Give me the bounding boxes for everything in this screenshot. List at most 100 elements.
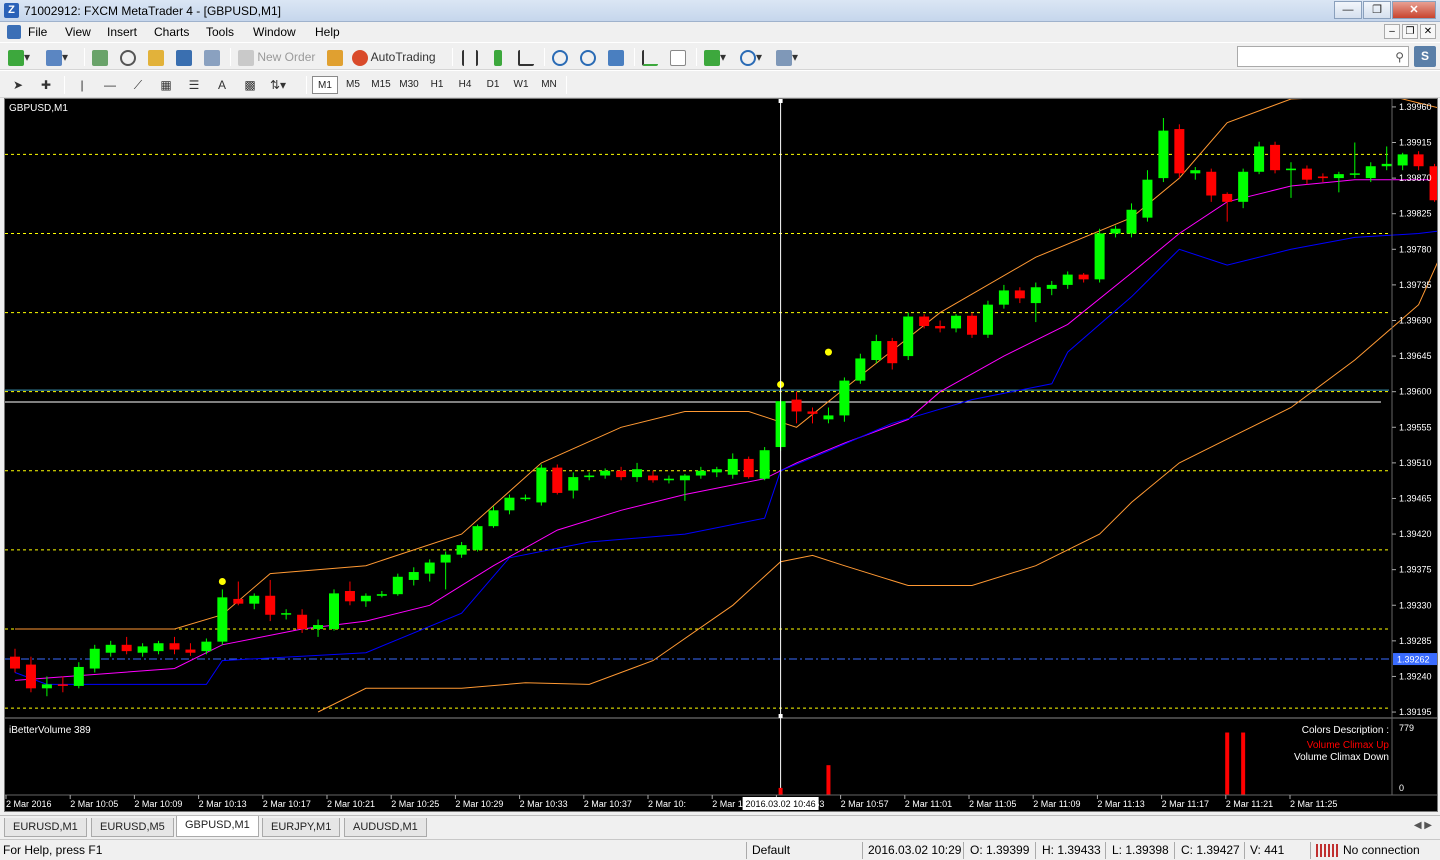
window-controls: — ❐ ✕ <box>1333 1 1436 19</box>
arrows-tool[interactable]: ⇅▾ <box>268 75 288 95</box>
status-open: O: 1.39399 <box>970 843 1030 857</box>
horizontal-line-tool[interactable]: — <box>100 75 120 95</box>
minimize-button[interactable]: — <box>1334 1 1362 19</box>
time-tick-label: 2 Mar 11:17 <box>1162 799 1209 809</box>
zoom-in-button[interactable] <box>550 47 570 67</box>
candlestick-button[interactable] <box>488 47 508 67</box>
menu-tools[interactable]: Tools <box>206 25 234 39</box>
timeframe-m5[interactable]: M5 <box>340 76 366 94</box>
text-tool[interactable]: A <box>212 75 232 95</box>
menu-window[interactable]: Window <box>253 25 296 39</box>
cursor-tool[interactable]: ➤ <box>8 75 28 95</box>
candle-body <box>89 648 100 669</box>
tab-eurusd-m5[interactable]: EURUSD,M5 <box>91 818 174 837</box>
candle-body <box>153 643 164 652</box>
autoscroll-button[interactable] <box>640 47 660 67</box>
tab-gbpusd-m1[interactable]: GBPUSD,M1 <box>176 816 259 837</box>
templates-button[interactable]: ▾ <box>776 47 798 67</box>
new-order-button[interactable]: New Order <box>238 47 315 67</box>
timeframe-w1[interactable]: W1 <box>508 76 534 94</box>
trendline-tool[interactable]: ⟋ <box>128 75 148 95</box>
bar-chart-button[interactable] <box>460 47 480 67</box>
candle-body <box>105 644 116 653</box>
horizontal-lines[interactable] <box>5 389 1389 660</box>
close-button[interactable]: ✕ <box>1392 1 1436 19</box>
volume-climax-bar <box>778 787 783 795</box>
new-chart-button[interactable]: ▾ <box>8 47 30 67</box>
toolbar-separator <box>306 76 307 94</box>
market-button[interactable]: S <box>1414 46 1436 67</box>
tab-scroll-arrows[interactable]: ◀ ▶ <box>1414 820 1432 831</box>
tab-eurjpy-m1[interactable]: EURJPY,M1 <box>262 818 341 837</box>
timeframe-h4[interactable]: H4 <box>452 76 478 94</box>
price-tick-label: 1.39420 <box>1399 529 1432 539</box>
tile-windows-button[interactable] <box>606 47 626 67</box>
chart-window-icon[interactable] <box>7 25 21 39</box>
candle-body <box>344 591 355 602</box>
crosshair-tool[interactable]: ✚ <box>36 75 56 95</box>
arrows-icon: ⇅ <box>269 78 281 92</box>
autotrading-button[interactable]: AutoTrading <box>352 47 436 67</box>
vertical-line-tool[interactable]: | <box>72 75 92 95</box>
timeframe-mn[interactable]: MN <box>536 76 562 94</box>
connection-status-icon <box>1316 844 1338 857</box>
candle-body <box>903 316 914 357</box>
zoom-out-button[interactable] <box>578 47 598 67</box>
menu-view[interactable]: View <box>65 25 91 39</box>
navigator-button[interactable] <box>146 47 166 67</box>
fibonacci-tool[interactable]: ☰ <box>184 75 204 95</box>
search-icon[interactable]: ⚲ <box>1395 50 1404 64</box>
candle-body <box>329 593 339 629</box>
templates-icon <box>776 49 792 66</box>
equidistant-channel-tool[interactable]: ▦ <box>156 75 176 95</box>
timeframe-m1[interactable]: M1 <box>312 76 338 94</box>
profiles-button[interactable]: ▾ <box>46 47 68 67</box>
chart-window[interactable]: 1.39960 1.39915 1.39870 1.39825 1.39780 1.397… <box>4 98 1438 812</box>
mdi-close-button[interactable]: ✕ <box>1420 24 1436 39</box>
timeframe-d1[interactable]: D1 <box>480 76 506 94</box>
tab-audusd-m1[interactable]: AUDUSD,M1 <box>344 818 427 837</box>
tile-windows-icon <box>608 49 624 66</box>
signal-dot <box>218 578 226 586</box>
candle-body <box>568 477 579 491</box>
candle-body <box>982 304 993 335</box>
candle-body <box>1286 168 1296 171</box>
data-window-button[interactable] <box>118 47 138 67</box>
tab-eurusd-m1[interactable]: EURUSD,M1 <box>4 818 87 837</box>
restore-button[interactable]: ❐ <box>1363 1 1391 19</box>
terminal-button[interactable] <box>174 47 194 67</box>
text-label-tool[interactable]: ▩ <box>240 75 260 95</box>
search-input[interactable]: ⚲ <box>1237 46 1409 67</box>
line-chart-icon <box>518 49 534 66</box>
candle-body <box>1333 174 1344 179</box>
mdi-restore-button[interactable]: ❐ <box>1402 24 1418 39</box>
time-tick-label: 2 Mar 10:17 <box>263 799 311 809</box>
menu-help[interactable]: Help <box>315 25 340 39</box>
menu-insert[interactable]: Insert <box>107 25 137 39</box>
menu-file[interactable]: File <box>28 25 47 39</box>
periods-button[interactable]: ▾ <box>740 47 762 67</box>
price-chart-svg[interactable]: 1.39960 1.39915 1.39870 1.39825 1.39780 1.397… <box>5 99 1437 811</box>
metaeditor-button[interactable] <box>325 47 345 67</box>
candle-body <box>169 643 180 650</box>
market-watch-button[interactable] <box>90 47 110 67</box>
fibonacci-icon: ☰ <box>188 78 200 92</box>
mdi-controls: – ❐ ✕ <box>1382 24 1436 39</box>
price-tick-label: 1.39465 <box>1399 493 1432 503</box>
candle-body <box>297 614 308 629</box>
timeframe-m30[interactable]: M30 <box>396 76 422 94</box>
strategy-tester-button[interactable] <box>202 47 222 67</box>
timeframe-h1[interactable]: H1 <box>424 76 450 94</box>
mdi-minimize-button[interactable]: – <box>1384 24 1400 39</box>
menu-charts[interactable]: Charts <box>154 25 189 39</box>
indicators-button[interactable]: ▾ <box>704 47 726 67</box>
candle-body <box>1126 209 1137 234</box>
indicators-icon <box>704 49 720 66</box>
timeframe-m15[interactable]: M15 <box>368 76 394 94</box>
chart-shift-button[interactable] <box>668 47 688 67</box>
line-chart-button[interactable] <box>516 47 536 67</box>
volume-climax-bar <box>1225 732 1230 795</box>
price-tick-label: 1.39780 <box>1399 244 1432 254</box>
volume-axis-zero: 0 <box>1399 783 1404 793</box>
status-connection[interactable]: No connection <box>1343 843 1420 857</box>
